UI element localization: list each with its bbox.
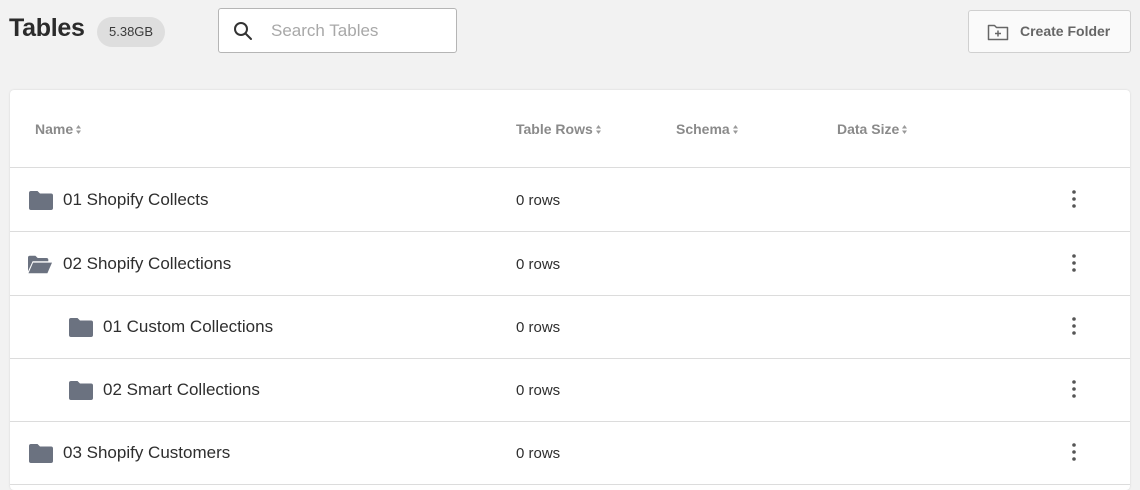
create-folder-button[interactable]: Create Folder [968,10,1131,53]
top-bar: Tables 5.38GB Create Folder [0,0,1140,62]
table-row[interactable]: 01 Shopify Collects 0 rows [10,168,1130,232]
table-row[interactable]: 03 Shopify Customers 0 rows [10,421,1130,485]
table-row[interactable]: 02 Smart Collections 0 rows [10,358,1130,422]
row-name: 03 Shopify Customers [63,443,231,462]
sort-icon [76,125,82,134]
row-name: 02 Smart Collections [103,380,260,399]
more-vertical-icon[interactable] [1065,315,1083,337]
more-vertical-icon[interactable] [1065,441,1083,463]
row-name: 01 Shopify Collects [63,190,209,209]
row-count: 0 rows [516,192,561,209]
row-count: 0 rows [516,256,561,273]
create-folder-label: Create Folder [1020,23,1111,39]
search-input[interactable] [271,17,446,45]
more-vertical-icon[interactable] [1065,378,1083,400]
folder-icon [69,381,93,400]
row-name: 02 Shopify Collections [63,254,232,273]
sort-icon [732,125,738,134]
row-name: 01 Custom Collections [103,317,274,336]
folder-icon [29,191,53,210]
column-header-label: Name [35,121,74,137]
more-vertical-icon[interactable] [1065,252,1083,274]
column-header-schema[interactable]: Schema [676,121,739,137]
column-header-table-rows[interactable]: Table Rows [516,121,602,137]
folder-plus-icon [987,24,1009,41]
table-row[interactable]: 01 Custom Collections 0 rows [10,295,1130,359]
sort-icon [902,125,908,134]
folder-icon [69,318,93,337]
search-icon [234,22,252,40]
row-count: 0 rows [516,445,561,462]
column-header-label: Data Size [837,121,900,137]
search-box[interactable] [218,8,457,53]
sort-icon [595,125,601,134]
table-header: Name Table Rows Schema Data Size [10,90,1130,168]
tables-list: Name Table Rows Schema Data Size 01 Shop… [10,90,1130,490]
row-count: 0 rows [516,382,561,399]
column-header-data-size[interactable]: Data Size [837,121,908,137]
row-count: 0 rows [516,319,561,336]
table-row[interactable]: 02 Shopify Collections 0 rows [10,232,1130,296]
storage-size-badge: 5.38GB [97,17,166,47]
column-header-label: Table Rows [516,121,593,137]
page-title: Tables [9,14,85,42]
column-header-label: Schema [676,121,730,137]
folder-icon [29,444,53,463]
more-vertical-icon[interactable] [1065,188,1083,210]
column-header-name[interactable]: Name [35,121,82,137]
folder-open-icon [28,255,52,274]
